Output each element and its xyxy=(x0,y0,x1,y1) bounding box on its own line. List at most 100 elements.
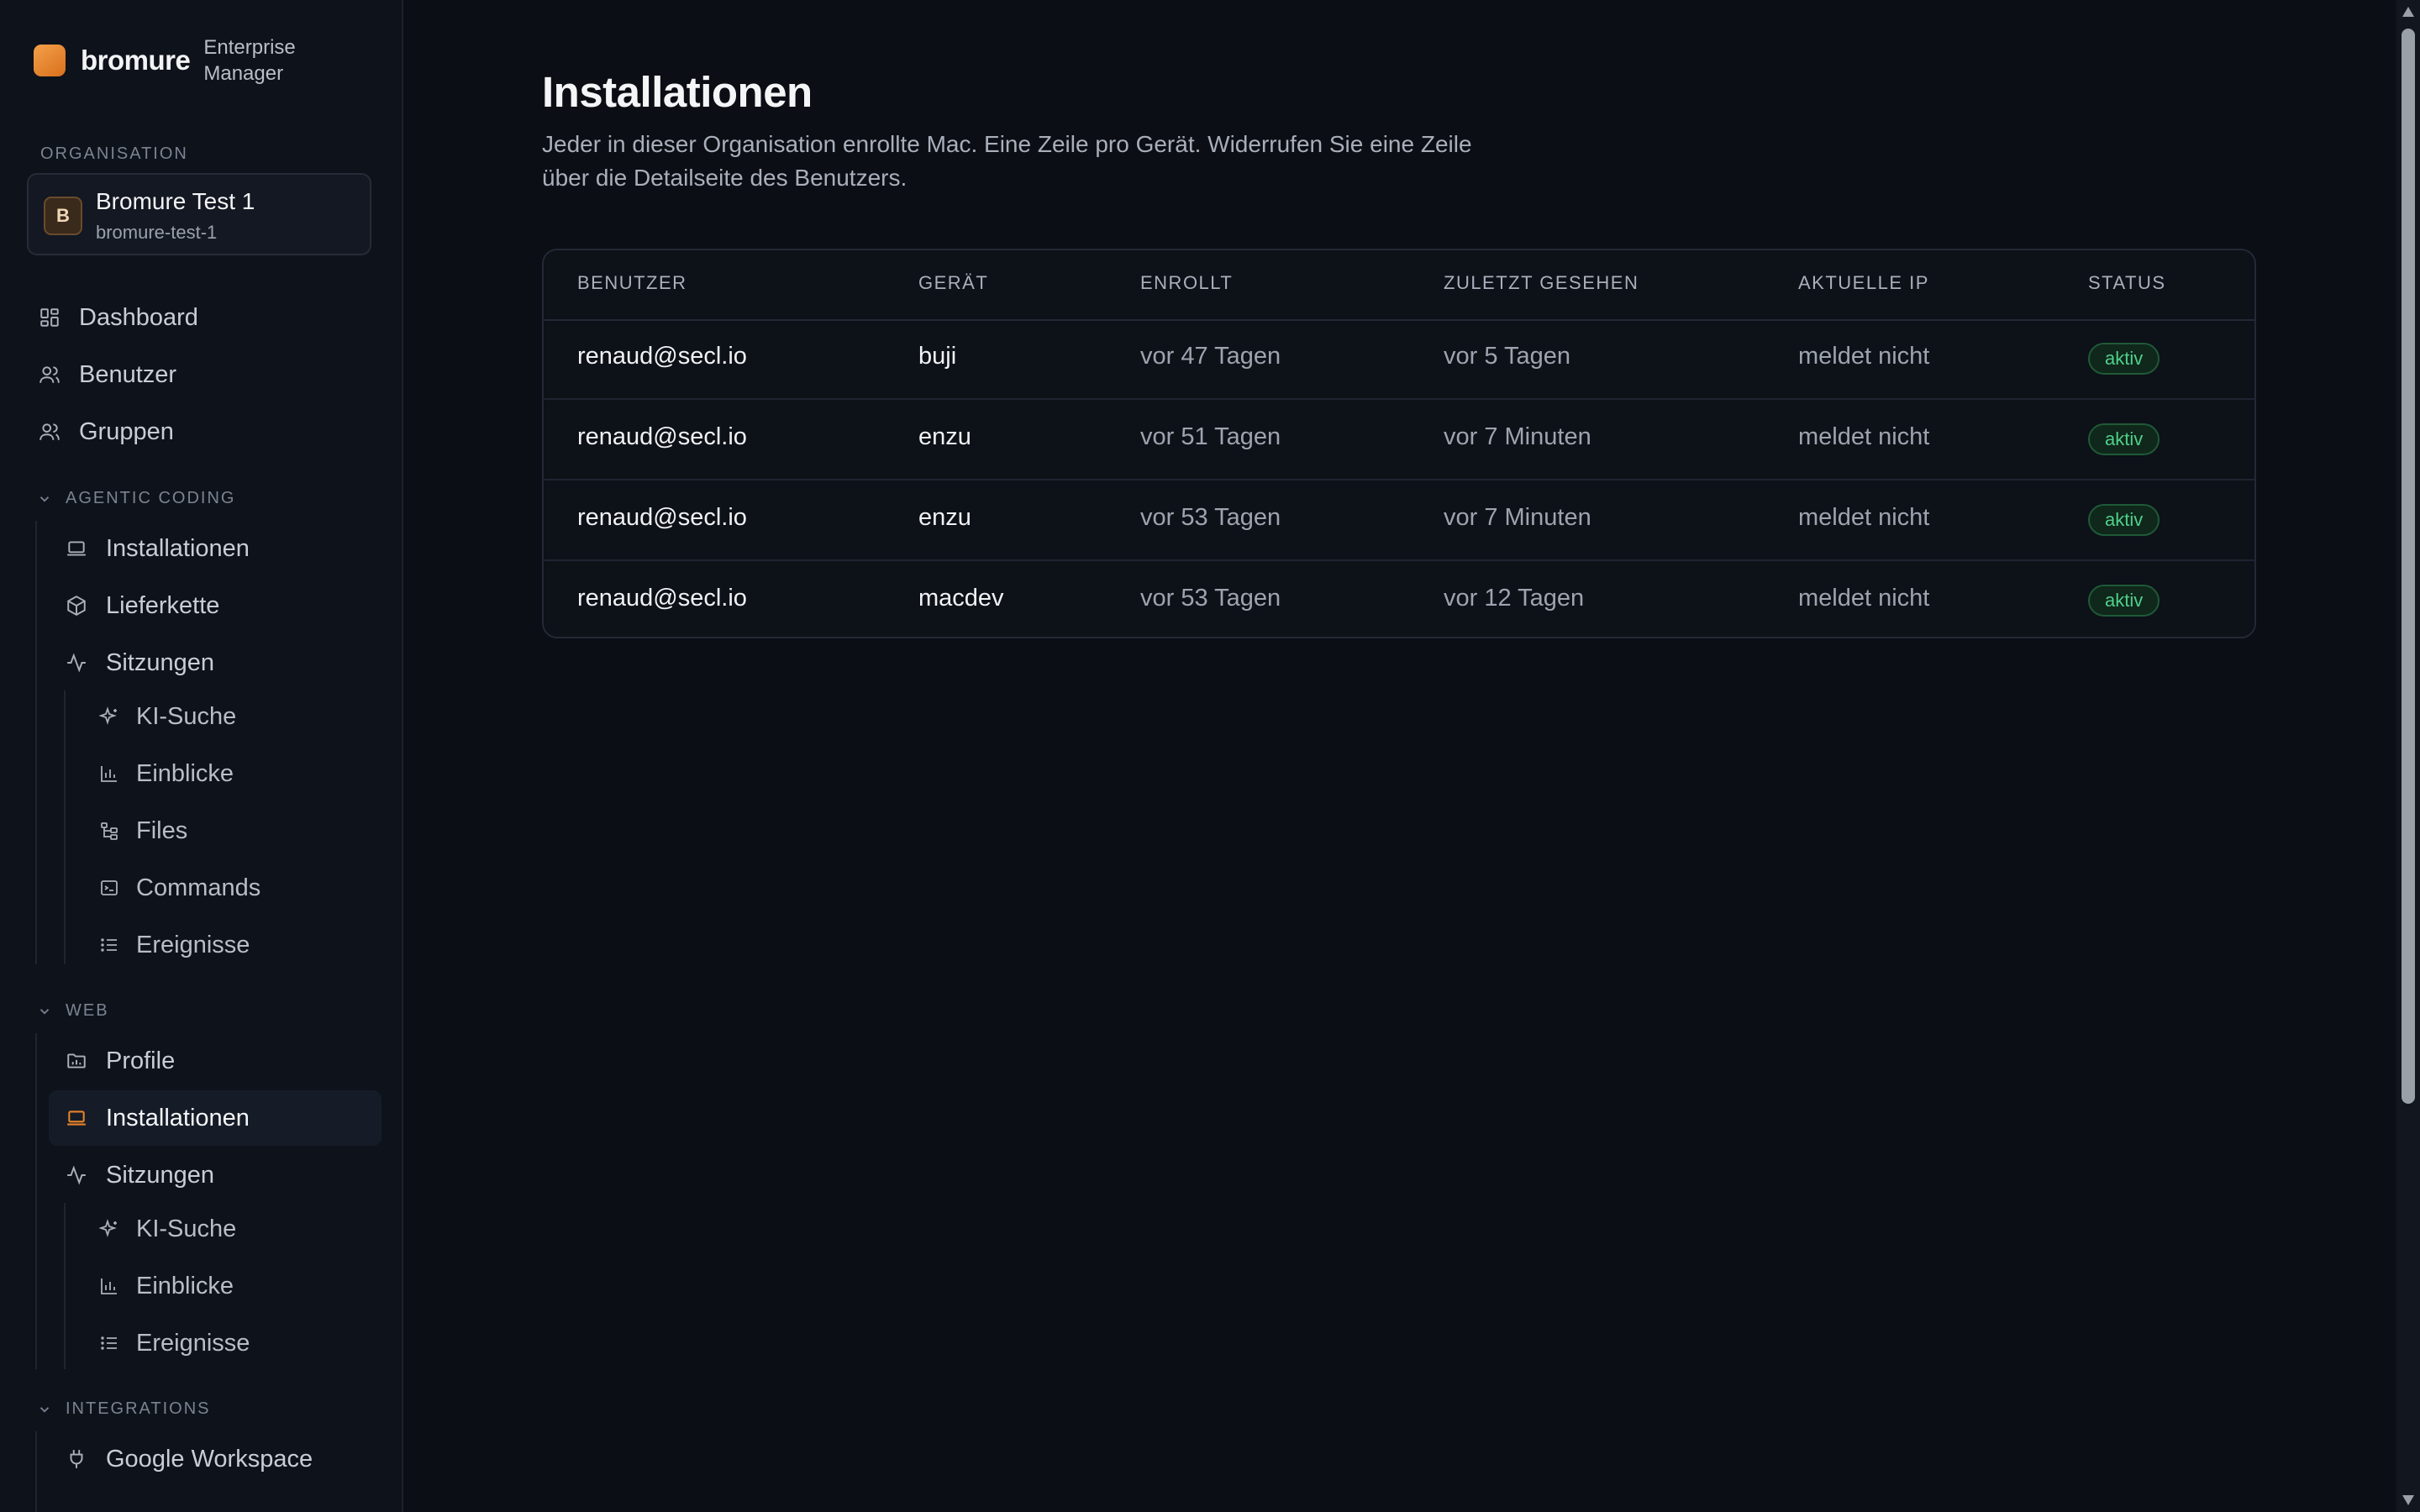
group-web-toggle[interactable]: WEB xyxy=(37,1001,109,1021)
scroll-up-icon[interactable] xyxy=(2402,7,2414,17)
nav-label: Gruppen xyxy=(79,417,174,445)
tree-line xyxy=(35,1033,37,1369)
cell-last-seen: vor 7 Minuten xyxy=(1444,423,1591,450)
nav-gruppen[interactable]: Gruppen xyxy=(37,415,174,449)
cell-user[interactable]: renaud@secl.io xyxy=(577,504,747,532)
scrollbar-thumb[interactable] xyxy=(2402,29,2415,1104)
nav-web-ki-suche[interactable]: KI-Suche xyxy=(99,1212,236,1246)
group-agentic-coding-toggle[interactable]: AGENTIC CODING xyxy=(37,489,235,508)
nav-label: Profile xyxy=(106,1047,176,1074)
status-badge: aktiv xyxy=(2088,504,2160,536)
laptop-icon xyxy=(64,1105,89,1131)
nav-label: KI-Suche xyxy=(136,702,237,730)
installations-table: BENUTZER GERÄT ENROLLT ZULETZT GESEHEN A… xyxy=(542,249,2256,638)
group-integrations-toggle[interactable]: INTEGRATIONS xyxy=(37,1399,211,1419)
bar-chart-icon xyxy=(99,1276,119,1296)
page-scrollbar[interactable] xyxy=(2396,0,2420,1512)
cell-device: enzu xyxy=(918,423,971,450)
column-header-aktuelle-ip[interactable]: AKTUELLE IP xyxy=(1798,272,1929,294)
nav-web-ereignisse[interactable]: Ereignisse xyxy=(99,1326,250,1360)
table-row[interactable]: renaud@secl.io enzu vor 51 Tagen vor 7 M… xyxy=(544,400,2254,480)
nav-agentic-commands[interactable]: Commands xyxy=(99,871,260,905)
nav-google-workspace[interactable]: Google Workspace xyxy=(64,1442,313,1476)
tree-line xyxy=(64,1203,66,1369)
page-title: Installationen xyxy=(542,68,813,116)
brand-name: bromure xyxy=(81,45,191,76)
scroll-down-icon[interactable] xyxy=(2402,1495,2414,1505)
chevron-down-icon xyxy=(37,1004,52,1019)
nav-agentic-einblicke[interactable]: Einblicke xyxy=(99,757,234,790)
nav-label: KI-Suche xyxy=(136,1215,237,1242)
bar-chart-icon xyxy=(99,764,119,784)
organisation-switcher[interactable]: B Bromure Test 1 bromure-test-1 xyxy=(27,173,371,255)
cell-enrolled: vor 53 Tagen xyxy=(1140,504,1281,531)
nav-label: Commands xyxy=(136,874,261,901)
nav-label: Ereignisse xyxy=(136,1329,250,1357)
nav-label: Einblicke xyxy=(136,1272,234,1299)
column-header-status[interactable]: STATUS xyxy=(2088,272,2166,294)
chevron-down-icon xyxy=(37,1402,52,1417)
brand-logo-icon xyxy=(34,45,66,76)
tree-line xyxy=(64,690,66,964)
users-icon xyxy=(37,362,62,387)
nav-benutzer[interactable]: Benutzer xyxy=(37,358,176,391)
table-row[interactable]: renaud@secl.io buji vor 47 Tagen vor 5 T… xyxy=(544,319,2254,400)
cell-enrolled: vor 53 Tagen xyxy=(1140,585,1281,612)
sidebar: bromure Enterprise Manager ORGANISATION … xyxy=(0,0,403,1512)
cell-enrolled: vor 47 Tagen xyxy=(1140,343,1281,370)
nav-label: Installationen xyxy=(106,534,250,562)
cell-ip: meldet nicht xyxy=(1798,504,1930,531)
page-description: Jeder in dieser Organisation enrollte Ma… xyxy=(542,131,1472,191)
nav-web-installationen[interactable]: Installationen xyxy=(64,1101,250,1135)
nav-label: Benutzer xyxy=(79,360,177,388)
groups-icon xyxy=(37,419,62,444)
cell-user[interactable]: renaud@secl.io xyxy=(577,423,747,451)
organisation-slug: bromure-test-1 xyxy=(96,222,218,243)
column-header-benutzer[interactable]: BENUTZER xyxy=(577,272,687,294)
nav-label: Sitzungen xyxy=(106,648,214,676)
column-header-zuletzt-gesehen[interactable]: ZULETZT GESEHEN xyxy=(1444,272,1639,294)
column-header-enrollt[interactable]: ENROLLT xyxy=(1140,272,1233,294)
brand[interactable]: bromure Enterprise Manager xyxy=(34,35,296,86)
cell-ip: meldet nicht xyxy=(1798,585,1930,612)
nav-label: Sitzungen xyxy=(106,1161,214,1189)
nav-agentic-installationen[interactable]: Installationen xyxy=(64,532,250,565)
organisation-avatar: B xyxy=(44,197,82,235)
file-tree-icon xyxy=(99,821,119,841)
nav-label: Dashboard xyxy=(79,303,198,331)
status-badge: aktiv xyxy=(2088,423,2160,455)
sparkles-icon xyxy=(99,706,119,727)
laptop-icon xyxy=(64,536,89,561)
cell-user[interactable]: renaud@secl.io xyxy=(577,585,747,612)
sparkles-icon xyxy=(99,1219,119,1239)
nav-agentic-files[interactable]: Files xyxy=(99,814,187,848)
nav-label: Ereignisse xyxy=(136,931,250,958)
cell-last-seen: vor 7 Minuten xyxy=(1444,504,1591,531)
nav-agentic-sitzungen[interactable]: Sitzungen xyxy=(64,646,214,680)
nav-label: Einblicke xyxy=(136,759,234,787)
table-row[interactable]: renaud@secl.io enzu vor 53 Tagen vor 7 M… xyxy=(544,480,2254,561)
nav-web-profile[interactable]: Profile xyxy=(64,1044,175,1078)
nav-agentic-lieferkette[interactable]: Lieferkette xyxy=(64,589,219,622)
table-row[interactable]: renaud@secl.io macdev vor 53 Tagen vor 1… xyxy=(544,561,2254,637)
plug-icon xyxy=(64,1446,89,1472)
cell-last-seen: vor 12 Tagen xyxy=(1444,585,1585,612)
nav-dashboard[interactable]: Dashboard xyxy=(37,301,198,334)
cell-last-seen: vor 5 Tagen xyxy=(1444,343,1571,370)
nav-web-einblicke[interactable]: Einblicke xyxy=(99,1269,234,1303)
status-badge: aktiv xyxy=(2088,343,2160,375)
list-icon xyxy=(99,1333,119,1353)
nav-agentic-ki-suche[interactable]: KI-Suche xyxy=(99,700,236,733)
package-icon xyxy=(64,593,89,618)
nav-label: Google Workspace xyxy=(106,1445,313,1473)
cell-user[interactable]: renaud@secl.io xyxy=(577,343,747,370)
cell-device: macdev xyxy=(918,585,1004,612)
nav-web-sitzungen[interactable]: Sitzungen xyxy=(64,1158,214,1192)
column-header-geraet[interactable]: GERÄT xyxy=(918,272,988,294)
nav-agentic-ereignisse[interactable]: Ereignisse xyxy=(99,928,250,962)
activity-icon xyxy=(64,1163,89,1188)
nav-label: Files xyxy=(136,816,188,844)
status-badge: aktiv xyxy=(2088,585,2160,617)
cell-device: buji xyxy=(918,343,957,370)
table-header: BENUTZER GERÄT ENROLLT ZULETZT GESEHEN A… xyxy=(544,250,2254,321)
